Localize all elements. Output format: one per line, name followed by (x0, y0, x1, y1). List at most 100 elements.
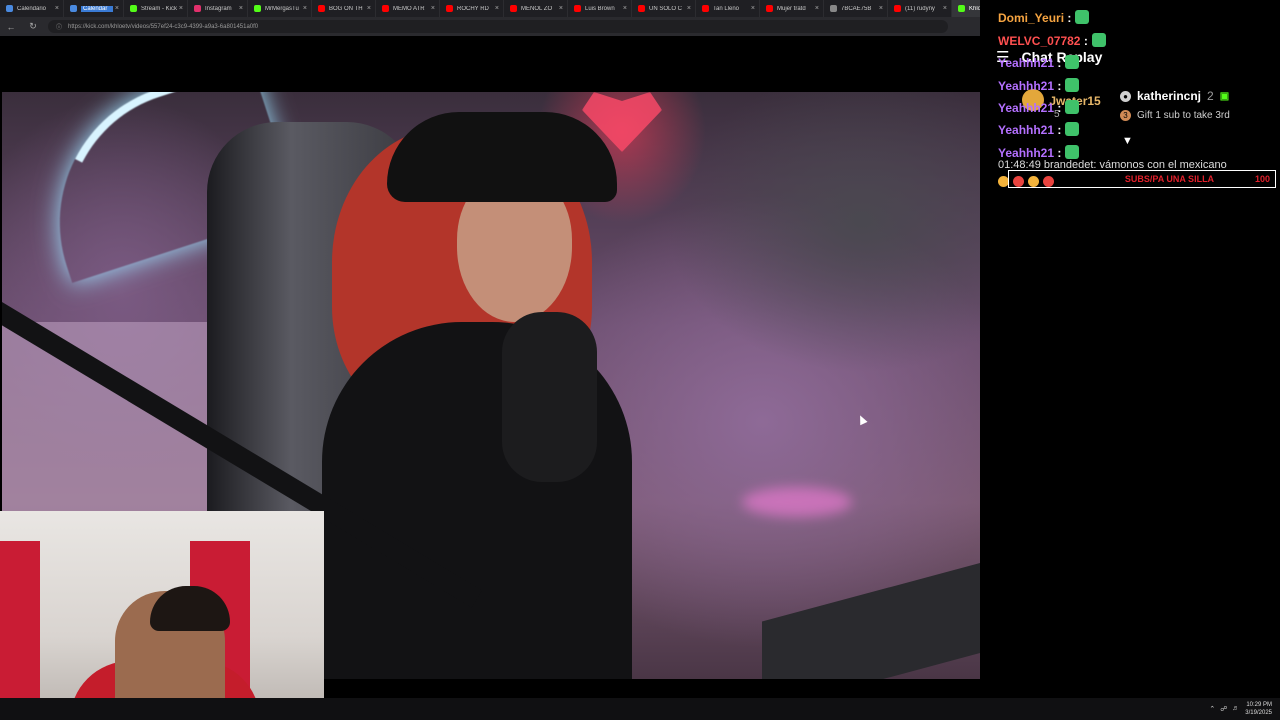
browser-tab[interactable]: Mujer tratd × (760, 0, 824, 17)
curtain-left (0, 541, 40, 720)
tab-close-icon[interactable]: × (815, 5, 819, 12)
browser-tab[interactable]: Instagram × (188, 0, 248, 17)
chat-username[interactable]: Yeahhh21 (998, 101, 1054, 115)
tab-close-icon[interactable]: × (115, 5, 119, 12)
browser-tab[interactable]: Stream - Kick × (124, 0, 188, 17)
chat-username[interactable]: Yeahhh21 (998, 56, 1054, 70)
tab-favicon-icon (382, 5, 389, 12)
browser-tab[interactable]: ROCHY RD × (440, 0, 504, 17)
tab-title: Mujer tratd (777, 5, 806, 12)
tab-close-icon[interactable]: × (55, 5, 59, 12)
url-field[interactable]: ⓘ https://kick.com/khloetv/videos/557ef2… (48, 20, 948, 33)
tab-close-icon[interactable]: × (751, 5, 755, 12)
emote-icon (1065, 78, 1080, 92)
top-gifter-name: katherincnj (1137, 89, 1202, 103)
tab-favicon-icon (958, 5, 965, 12)
chat-message: Yeahhh21 : (998, 100, 1080, 115)
clock-time: 10:29 PM (1246, 702, 1272, 708)
tab-title: MrMergasTu (265, 5, 299, 12)
chat-separator: : (1057, 101, 1062, 115)
browser-tab[interactable]: MEMO ATR × (376, 0, 440, 17)
chat-message: Domi_Yeuri : (998, 10, 1090, 25)
tab-favicon-icon (830, 5, 837, 12)
chat-message: WELVC_07782 : (998, 33, 1106, 48)
tab-favicon-icon (254, 5, 261, 12)
emote-icon (1091, 33, 1106, 47)
sub-gift-icon: ▣ (1219, 90, 1230, 102)
browser-tab[interactable]: Luis Brown × (568, 0, 632, 17)
chat-username[interactable]: Yeahhh21 (998, 123, 1054, 137)
tab-favicon-icon (318, 5, 325, 12)
chat-username[interactable]: WELVC_07782 (998, 34, 1080, 48)
chat-separator: : (1067, 11, 1072, 25)
browser-tab[interactable]: MENOL ZO × (504, 0, 568, 17)
top-gifter-rank: 2 (1207, 89, 1214, 103)
browser-tab[interactable]: Calendario × (0, 0, 64, 17)
tab-close-icon[interactable]: × (367, 5, 371, 12)
chat-separator: : (1057, 56, 1062, 70)
chat-username[interactable]: Yeahhh21 (998, 146, 1054, 160)
tab-favicon-icon (194, 5, 201, 12)
clock[interactable]: 10:29 PM 3/19/2025 (1245, 701, 1272, 717)
site-info-icon[interactable]: ⓘ (56, 22, 62, 31)
chat-username[interactable]: Yeahhh21 (998, 79, 1054, 93)
top-gifter-row[interactable]: ● katherincnj 2 ▣ (1120, 89, 1230, 103)
emote-icon (1075, 10, 1090, 24)
tray-chevron-icon[interactable]: ⌃ (1209, 705, 1215, 713)
chat-message: Yeahhh21 : (998, 122, 1080, 137)
tab-close-icon[interactable]: × (943, 5, 947, 12)
chat-username[interactable]: Domi_Yeuri (998, 11, 1064, 25)
tab-close-icon[interactable]: × (879, 5, 883, 12)
volume-icon[interactable]: ♬ (1232, 705, 1239, 713)
browser-tab[interactable]: MrMergasTu × (248, 0, 312, 17)
tab-close-icon[interactable]: × (495, 5, 499, 12)
webcam-overlay (0, 511, 324, 720)
microphone (502, 312, 597, 482)
emote-icon (1065, 55, 1080, 69)
tab-close-icon[interactable]: × (687, 5, 691, 12)
tab-title: Tan Lleno (713, 5, 740, 12)
top-gifters: ● katherincnj 2 ▣ 3 Gift 1 sub to take 3… (1120, 89, 1230, 121)
browser-tab[interactable]: BOG ON TH × (312, 0, 376, 17)
tab-title: Stream - Kick (141, 5, 177, 12)
chat-separator: : (1057, 79, 1062, 93)
browser-tab[interactable]: Tan Lleno × (696, 0, 760, 17)
tab-title: Instagram (205, 5, 232, 12)
emote-icon (1065, 100, 1080, 114)
back-icon[interactable]: ← (0, 22, 22, 32)
tab-favicon-icon (70, 5, 77, 12)
tab-title: BOG ON TH (329, 5, 363, 12)
browser-tab[interactable]: 7BCAE75B × (824, 0, 888, 17)
tab-title: 7BCAE75B (841, 5, 872, 12)
tab-title: UN SOLO C (649, 5, 683, 12)
browser-tab[interactable]: (11) rudyny × (888, 0, 952, 17)
tab-close-icon[interactable]: × (239, 5, 243, 12)
tab-close-icon[interactable]: × (623, 5, 627, 12)
url-text: https://kick.com/khloetv/videos/557ef24-… (68, 23, 259, 30)
tab-close-icon[interactable]: × (559, 5, 563, 12)
tab-close-icon[interactable]: × (431, 5, 435, 12)
sub-goal-bar: SUBS/PA UNA SILLA 100 (1008, 170, 1276, 188)
goal-value: 100 (1254, 174, 1270, 184)
browser-tab[interactable]: Calendar × (64, 0, 124, 17)
tab-favicon-icon (766, 5, 773, 12)
tab-close-icon[interactable]: × (303, 5, 307, 12)
browser-tab[interactable]: UN SOLO C × (632, 0, 696, 17)
collapse-pinned-icon[interactable]: ▼ (1122, 135, 1133, 147)
tab-favicon-icon (894, 5, 901, 12)
tab-title: Luis Brown (585, 5, 615, 12)
gift-prompt[interactable]: 3 Gift 1 sub to take 3rd (1120, 110, 1230, 121)
windows-taskbar: ⌃ ☍ ♬ 10:29 PM 3/19/2025 (0, 698, 1280, 720)
network-icon[interactable]: ☍ (1220, 705, 1227, 713)
chat-separator: : (1083, 34, 1088, 48)
tab-title: Calendario (17, 5, 47, 12)
tab-favicon-icon (6, 5, 13, 12)
reload-icon[interactable]: ↻ (22, 21, 44, 32)
tab-favicon-icon (638, 5, 645, 12)
tab-favicon-icon (510, 5, 517, 12)
tab-title: ROCHY RD (457, 5, 489, 12)
chat-message: Yeahhh21 : (998, 55, 1080, 70)
tab-favicon-icon (130, 5, 137, 12)
rank-badge-icon: ● (1120, 90, 1131, 102)
tab-close-icon[interactable]: × (179, 5, 183, 12)
